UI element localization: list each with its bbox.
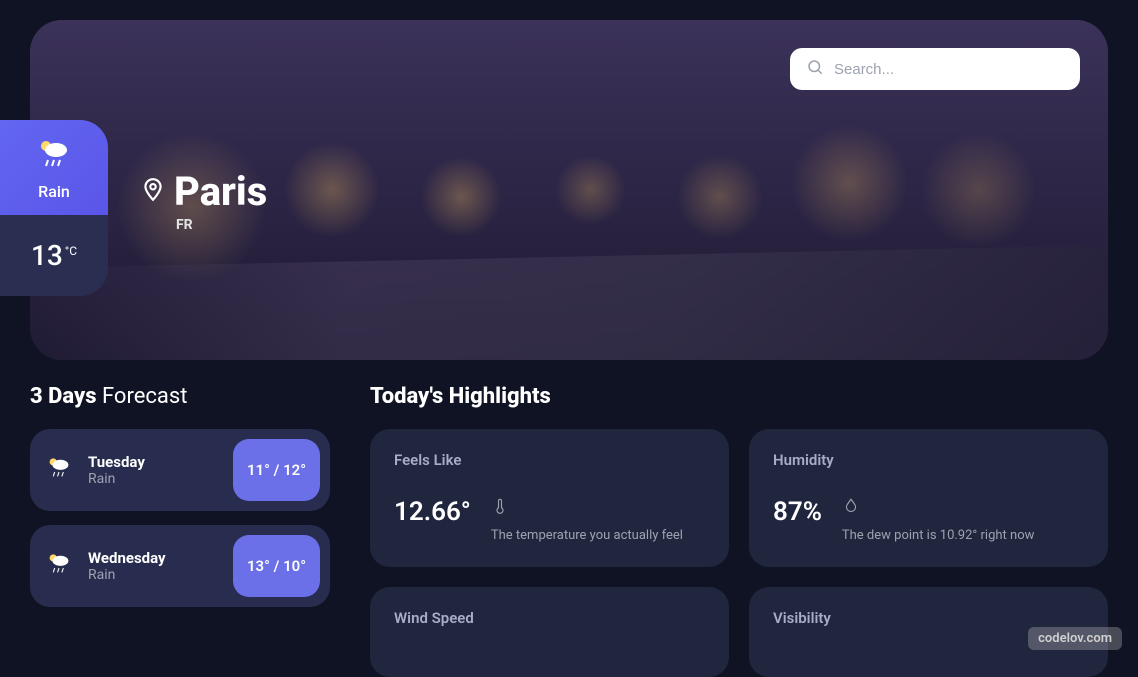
card-desc: The dew point is 10.92° right now — [842, 527, 1084, 545]
forecast-condition: Rain — [88, 471, 219, 487]
forecast-item[interactable]: Tuesday Rain 11° / 12° — [30, 429, 330, 511]
watermark: codelov.com — [1028, 627, 1122, 650]
hero-banner: Paris FR — [30, 20, 1108, 360]
rain-icon — [46, 552, 74, 580]
forecast-temps: 13° / 10° — [233, 535, 320, 597]
humidity-value: 87% — [773, 497, 822, 527]
droplet-icon — [842, 497, 1084, 519]
rain-icon — [12, 138, 96, 176]
forecast-day: Wednesday — [88, 549, 219, 567]
location-pin-icon — [140, 177, 166, 207]
current-temp-unit: °C — [65, 244, 77, 258]
country-code: FR — [176, 217, 267, 233]
rain-icon — [46, 456, 74, 484]
current-temp: 13 — [31, 239, 63, 272]
card-title: Wind Speed — [394, 609, 705, 627]
card-title: Humidity — [773, 451, 1084, 469]
card-title: Feels Like — [394, 451, 705, 469]
current-weather-badge: Rain 13 °C — [0, 120, 108, 296]
wind-speed-card: Wind Speed — [370, 587, 729, 677]
feels-like-value: 12.66° — [394, 497, 471, 527]
forecast-condition: Rain — [88, 567, 219, 583]
card-desc: The temperature you actually feel — [491, 527, 705, 545]
search-box[interactable] — [790, 48, 1080, 90]
forecast-day: Tuesday — [88, 453, 219, 471]
city-name: Paris — [174, 168, 267, 215]
forecast-item[interactable]: Wednesday Rain 13° / 10° — [30, 525, 330, 607]
forecast-title: 3 Days Forecast — [30, 384, 330, 409]
humidity-card: Humidity 87% The dew point is 10.92° rig… — [749, 429, 1108, 567]
thermometer-icon — [491, 497, 705, 519]
search-icon — [806, 58, 824, 80]
highlights-title: Today's Highlights — [370, 384, 1108, 409]
location-block: Paris FR — [140, 168, 267, 233]
forecast-temps: 11° / 12° — [233, 439, 320, 501]
search-input[interactable] — [834, 61, 1064, 78]
feels-like-card: Feels Like 12.66° The temperature you ac… — [370, 429, 729, 567]
card-title: Visibility — [773, 609, 1084, 627]
current-condition: Rain — [12, 182, 96, 201]
